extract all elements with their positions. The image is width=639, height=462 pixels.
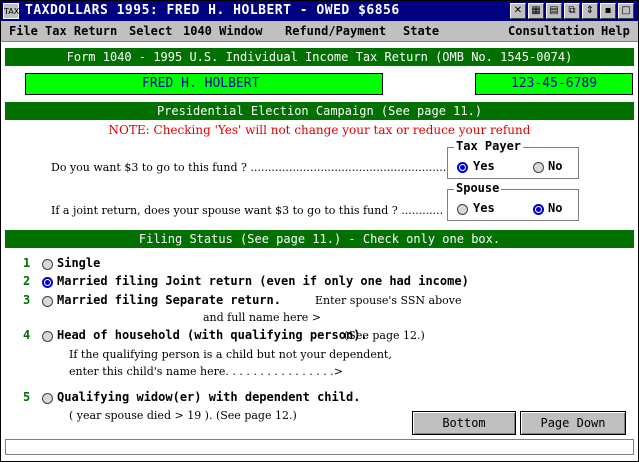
- filing-num-3: 3: [23, 293, 31, 307]
- filing-separate-note2: and full name here >: [203, 311, 322, 324]
- filing-num-2: 2: [23, 274, 31, 288]
- spouse-no-label[interactable]: No: [548, 201, 562, 215]
- sys-menu-icon[interactable]: TAX: [3, 3, 19, 19]
- filing-hoh-sub1: If the qualifying person is a child but …: [69, 348, 392, 361]
- page-down-button[interactable]: Page Down: [520, 411, 626, 435]
- app-window: TAX TAXDOLLARS 1995: FRED H. HOLBERT - O…: [0, 0, 639, 462]
- filing-num-4: 4: [23, 328, 31, 342]
- spouse-no-radio[interactable]: [533, 204, 544, 215]
- taxpayer-name-field[interactable]: FRED H. HOLBERT: [25, 73, 383, 95]
- menu-tax-return[interactable]: Tax Return: [45, 21, 117, 41]
- filing-num-1: 1: [23, 256, 31, 270]
- menu-file[interactable]: File: [9, 21, 38, 41]
- filing-single-label[interactable]: Single: [57, 256, 100, 270]
- filing-num-5: 5: [23, 390, 31, 404]
- spouse-yes-label[interactable]: Yes: [473, 201, 495, 215]
- filing-status-header: Filing Status (See page 11.) - Check onl…: [5, 230, 634, 248]
- menu-1040-window[interactable]: 1040 Window: [183, 21, 262, 41]
- copy-icon[interactable]: ⧉: [564, 3, 580, 19]
- taxpayer-yes-radio[interactable]: [457, 162, 468, 173]
- filing-hoh-label[interactable]: Head of household (with qualifying perso…: [57, 328, 368, 342]
- filing-separate-label[interactable]: Married filing Separate return.: [57, 293, 281, 307]
- taxpayer-no-label[interactable]: No: [548, 159, 562, 173]
- filing-separate-note: Enter spouse's SSN above: [315, 294, 462, 307]
- menu-help[interactable]: Help: [601, 21, 630, 41]
- filing-joint-radio[interactable]: [42, 277, 53, 288]
- spouse-question: If a joint return, does your spouse want…: [51, 204, 444, 217]
- filing-hoh-note: (See page 12.): [344, 329, 425, 342]
- election-note: NOTE: Checking 'Yes' will not change you…: [108, 123, 531, 137]
- window-title: TAXDOLLARS 1995: FRED H. HOLBERT - OWED …: [25, 3, 400, 18]
- scroll-icon[interactable]: ⇕: [582, 3, 598, 19]
- menu-consultation[interactable]: Consultation: [508, 21, 595, 41]
- title-buttons: ✕ ▦ ▤ ⧉ ⇕ ▪ □: [510, 3, 634, 19]
- bottom-button[interactable]: Bottom: [412, 411, 516, 435]
- filing-hoh-sub2: enter this child's name here. . . . . . …: [69, 365, 343, 378]
- close-icon[interactable]: ✕: [510, 3, 526, 19]
- title-bar: TAX TAXDOLLARS 1995: FRED H. HOLBERT - O…: [1, 1, 638, 21]
- filing-separate-radio[interactable]: [42, 296, 53, 307]
- taxpayer-yes-label[interactable]: Yes: [473, 159, 495, 173]
- menu-bar: File Tax Return Select 1040 Window Refun…: [1, 21, 638, 42]
- filing-widow-radio[interactable]: [42, 393, 53, 404]
- filing-hoh-radio[interactable]: [42, 331, 53, 342]
- spouse-group: Spouse Yes No: [447, 181, 579, 221]
- maximize-icon[interactable]: □: [618, 3, 634, 19]
- filing-single-radio[interactable]: [42, 259, 53, 270]
- taxpayer-group: Tax Payer Yes No: [447, 139, 579, 179]
- form-header: Form 1040 - 1995 U.S. Individual Income …: [5, 48, 634, 66]
- status-bar: [5, 439, 634, 455]
- filing-widow-label[interactable]: Qualifying widow(er) with dependent chil…: [57, 390, 360, 404]
- ssn-field[interactable]: 123-45-6789: [475, 73, 633, 95]
- minimize-icon[interactable]: ▪: [600, 3, 616, 19]
- menu-refund-payment[interactable]: Refund/Payment: [285, 21, 386, 41]
- election-header: Presidential Election Campaign (See page…: [5, 102, 634, 120]
- spouse-group-title: Spouse: [454, 181, 502, 195]
- notes-icon[interactable]: ▤: [546, 3, 562, 19]
- filing-joint-label[interactable]: Married filing Joint return (even if onl…: [57, 274, 469, 288]
- menu-select[interactable]: Select: [129, 21, 172, 41]
- calculator-icon[interactable]: ▦: [528, 3, 544, 19]
- menu-state[interactable]: State: [403, 21, 439, 41]
- taxpayer-group-title: Tax Payer: [454, 139, 524, 153]
- filing-widow-sub: ( year spouse died > 19 ). (See page 12.…: [69, 409, 297, 422]
- taxpayer-no-radio[interactable]: [533, 162, 544, 173]
- taxpayer-question: Do you want $3 to go to this fund ? ....…: [51, 161, 447, 174]
- spouse-yes-radio[interactable]: [457, 204, 468, 215]
